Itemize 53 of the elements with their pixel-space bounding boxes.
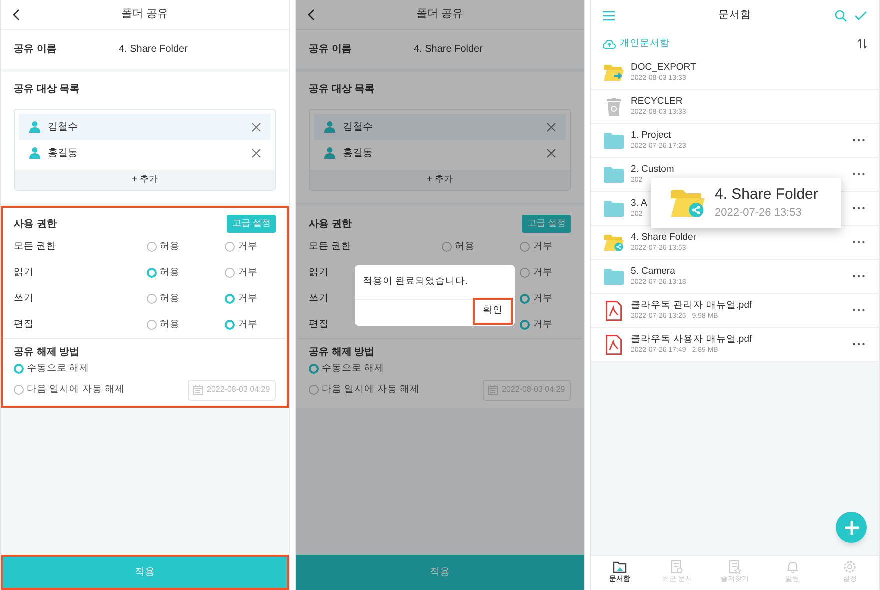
share-name: 4. Share Folder	[119, 43, 188, 57]
permission-label: 읽기	[14, 266, 35, 280]
field-label: 공유 이름	[309, 43, 353, 57]
option-label: 허용	[160, 266, 180, 280]
option-label: 거부	[533, 318, 553, 332]
file-name: 5. Camera	[631, 266, 676, 278]
file-name: 3. A	[631, 198, 648, 210]
share-name: 4. Share Folder	[414, 43, 483, 57]
option-label: 거부	[238, 240, 258, 254]
permission-label: 쓰기	[14, 292, 35, 306]
file-name: 4. Share Folder	[631, 232, 698, 244]
option-label: 거부	[533, 240, 553, 254]
option-label: 다음 일시에 자동 해제	[322, 382, 421, 397]
dialog-message: 적용이 완료되었습니다.	[355, 265, 515, 300]
option-label: 수동으로 해제	[322, 362, 386, 376]
option-label: 허용	[455, 240, 475, 254]
option-label: 허용	[160, 240, 180, 254]
option-label: 허용	[160, 318, 180, 332]
target-name: 홍길동	[343, 146, 374, 160]
permission-label: 편집	[309, 318, 330, 332]
option-label: 거부	[533, 292, 553, 306]
target-name: 홍길동	[48, 146, 79, 160]
screen-title: 문서함	[718, 8, 752, 24]
field-label: 공유 이름	[14, 43, 58, 57]
option-label: 거부	[533, 266, 553, 280]
file-name: RECYCLER	[631, 96, 684, 108]
target-name: 김철수	[48, 120, 79, 134]
file-name: 클라우독 관리자 매뉴얼.pdf	[631, 300, 754, 312]
section-title: 사용 권한	[14, 218, 57, 232]
section-title: 사용 권한	[309, 218, 352, 232]
section-title: 공유 해제 방법	[309, 346, 376, 360]
target-name: 김철수	[343, 120, 374, 134]
option-label: 수동으로 해제	[27, 362, 91, 376]
file-name: 클라우독 사용자 매뉴얼.pdf	[631, 334, 754, 346]
permission-label: 모든 권한	[14, 240, 58, 254]
option-label: 허용	[160, 292, 180, 306]
permission-label: 편집	[14, 318, 35, 332]
section-title: 공유 대상 목록	[309, 83, 376, 97]
screen-title: 폴더 공유	[416, 7, 464, 22]
section-title: 공유 대상 목록	[14, 83, 81, 97]
permission-label: 모든 권한	[309, 240, 353, 254]
file-name: 2. Custom	[631, 164, 676, 176]
file-name: 1. Project	[631, 130, 672, 142]
file-name: DOC_EXPORT	[631, 62, 698, 74]
permission-label: 쓰기	[309, 292, 330, 306]
screen-title: 폴더 공유	[121, 7, 169, 22]
option-label: 거부	[238, 318, 258, 332]
option-label: 거부	[238, 266, 258, 280]
section-title: 공유 해제 방법	[14, 346, 81, 360]
callout-date: 2022-07-26 13:53	[715, 206, 803, 221]
permission-label: 읽기	[309, 266, 330, 280]
option-label: 거부	[238, 292, 258, 306]
option-label: 다음 일시에 자동 해제	[27, 382, 126, 397]
